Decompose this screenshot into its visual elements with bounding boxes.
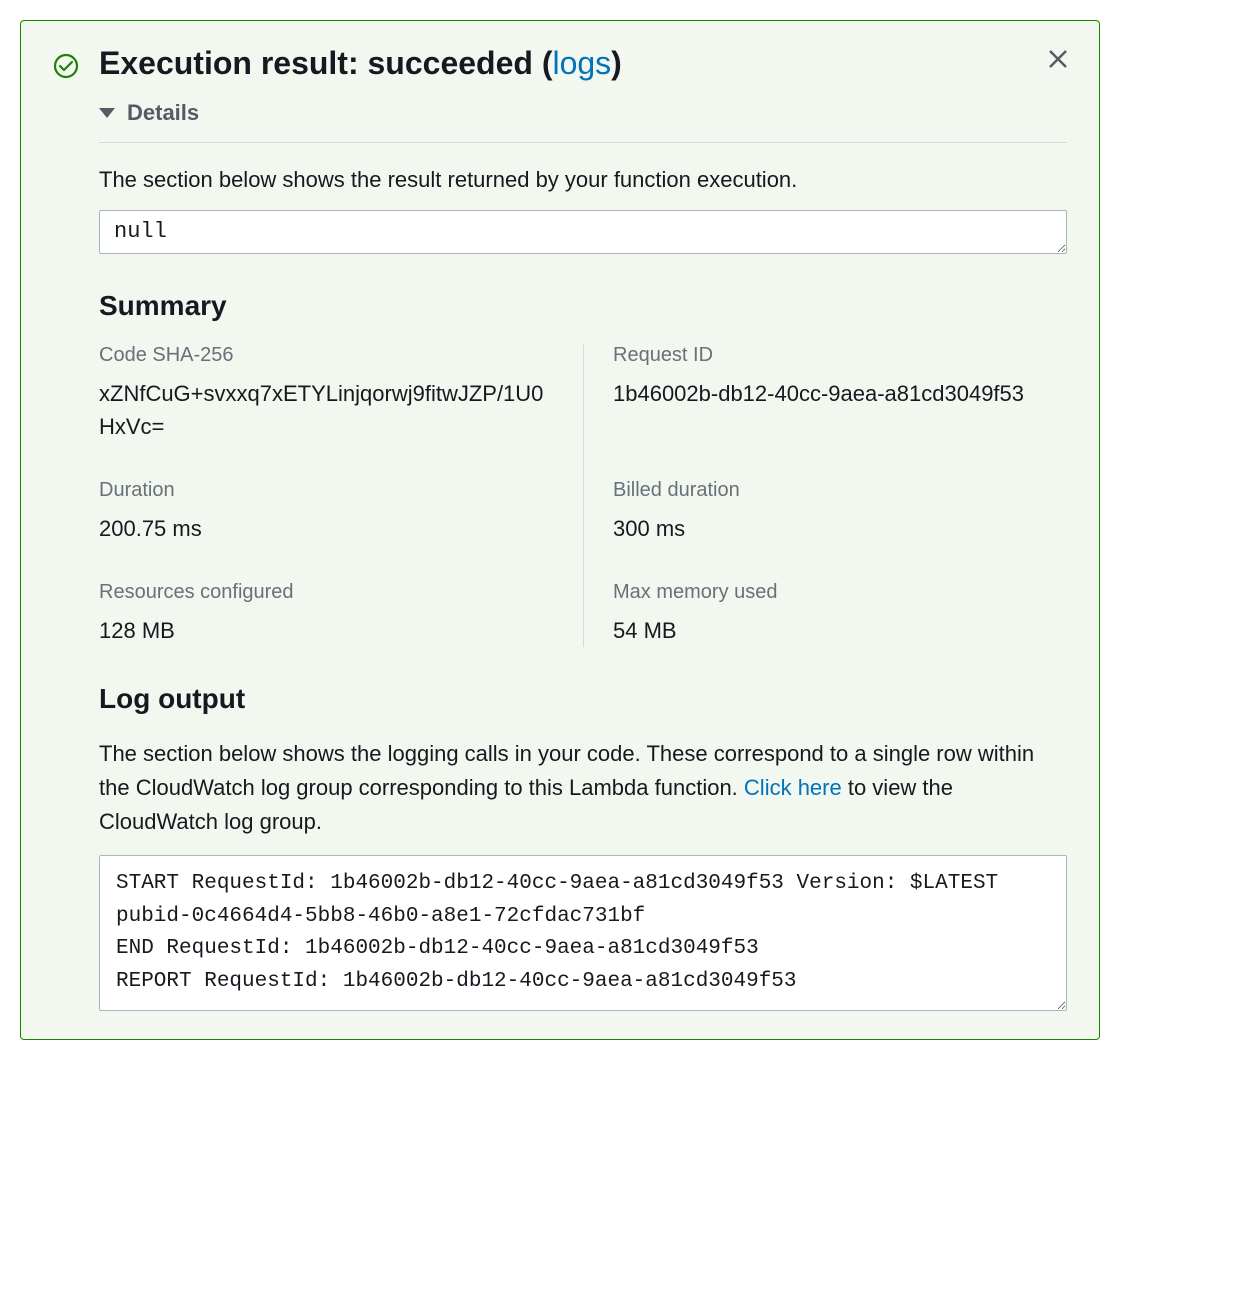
- summary-item-resources: Resources configured 128 MB: [99, 581, 583, 647]
- execution-result-panel: Execution result: succeeded (logs) Detai…: [20, 20, 1100, 1040]
- summary-item-code-sha: Code SHA-256 xZNfCuG+svxxq7xETYLinjqorwj…: [99, 344, 583, 443]
- summary-value: 200.75 ms: [99, 512, 553, 545]
- close-icon: [1047, 48, 1069, 70]
- summary-value: 128 MB: [99, 614, 553, 647]
- execution-result-title: Execution result: succeeded (logs): [99, 45, 622, 82]
- summary-grid: Code SHA-256 xZNfCuG+svxxq7xETYLinjqorwj…: [99, 344, 1067, 647]
- title-prefix: Execution result: succeeded (: [99, 45, 552, 81]
- summary-value: 1b46002b-db12-40cc-9aea-a81cd3049f53: [613, 377, 1067, 410]
- summary-value: 300 ms: [613, 512, 1067, 545]
- result-output[interactable]: null: [99, 210, 1067, 254]
- caret-down-icon: [99, 108, 115, 118]
- result-description: The section below shows the result retur…: [99, 165, 1067, 196]
- details-label: Details: [127, 100, 199, 126]
- summary-item-request-id: Request ID 1b46002b-db12-40cc-9aea-a81cd…: [583, 344, 1067, 443]
- success-check-icon: [53, 53, 79, 79]
- close-button[interactable]: [1043, 43, 1073, 79]
- summary-label: Code SHA-256: [99, 344, 553, 367]
- summary-item-max-memory: Max memory used 54 MB: [583, 581, 1067, 647]
- title-suffix: ): [611, 45, 622, 81]
- details-toggle[interactable]: Details: [99, 100, 1067, 143]
- summary-label: Max memory used: [613, 581, 1067, 604]
- summary-item-billed-duration: Billed duration 300 ms: [583, 479, 1067, 545]
- summary-label: Duration: [99, 479, 553, 502]
- summary-label: Billed duration: [613, 479, 1067, 502]
- summary-label: Resources configured: [99, 581, 553, 604]
- summary-divider: [583, 344, 584, 647]
- summary-label: Request ID: [613, 344, 1067, 367]
- log-description: The section below shows the logging call…: [99, 737, 1067, 839]
- log-output-box[interactable]: START RequestId: 1b46002b-db12-40cc-9aea…: [99, 855, 1067, 1011]
- summary-value: xZNfCuG+svxxq7xETYLinjqorwj9fitwJZP/1U0H…: [99, 377, 553, 443]
- cloudwatch-link[interactable]: Click here: [744, 775, 842, 800]
- summary-item-duration: Duration 200.75 ms: [99, 479, 583, 545]
- summary-title: Summary: [99, 290, 1067, 322]
- logs-link[interactable]: logs: [552, 45, 611, 81]
- log-output-title: Log output: [99, 683, 1067, 715]
- summary-value: 54 MB: [613, 614, 1067, 647]
